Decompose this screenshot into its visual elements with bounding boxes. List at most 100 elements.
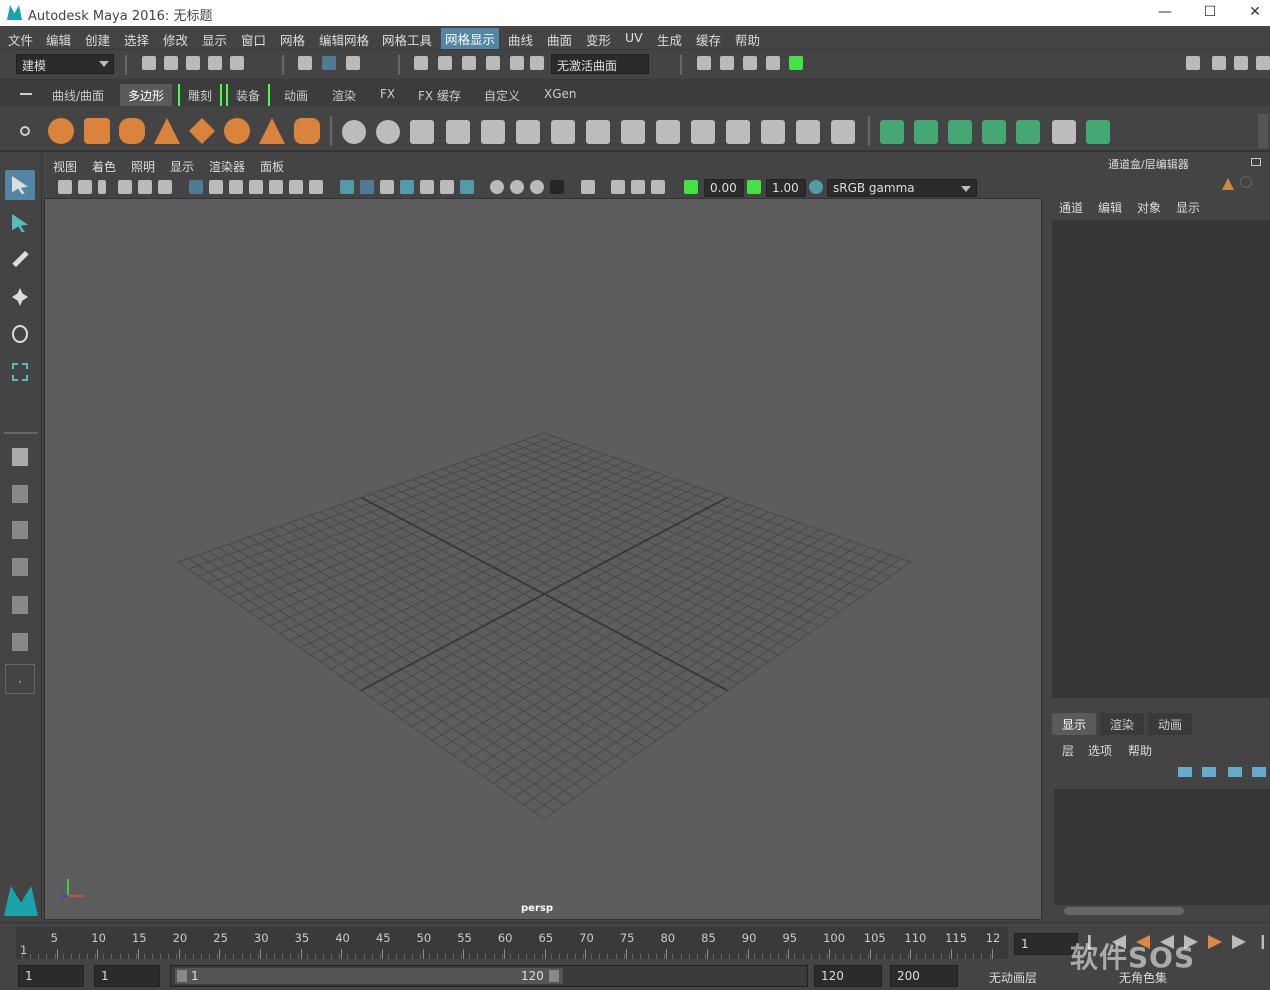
textured-icon[interactable] [400, 180, 414, 194]
menu-uv[interactable]: UV [625, 30, 643, 45]
grease-pencil-icon[interactable] [158, 180, 172, 194]
wireframe-icon[interactable] [340, 180, 354, 194]
menu-deform[interactable]: 变形 [586, 30, 611, 49]
bookmark-icon[interactable] [98, 180, 106, 194]
menu-object[interactable]: 对象 [1137, 199, 1161, 216]
maximize-button[interactable]: ☐ [1195, 3, 1225, 23]
tab-xgen[interactable]: XGen [536, 84, 585, 106]
new-layer-selected-icon[interactable] [1252, 767, 1266, 777]
menu-renderer[interactable]: 渲染器 [209, 158, 245, 175]
tab-display-layers[interactable]: 显示 [1052, 713, 1097, 735]
poly-sphere-icon[interactable] [48, 118, 74, 144]
ipr-render-icon[interactable] [743, 56, 757, 70]
select-component-icon[interactable] [346, 56, 360, 70]
gate-mask-icon[interactable] [249, 180, 263, 194]
tab-animation[interactable]: 动画 [276, 84, 317, 106]
merge-icon[interactable] [761, 120, 785, 144]
tool-settings-icon[interactable] [1234, 56, 1248, 70]
undo-icon[interactable] [208, 56, 222, 70]
menu-windows[interactable]: 窗口 [241, 30, 266, 49]
range-bar[interactable]: 1 120 [170, 965, 808, 987]
exposure-icon[interactable] [684, 180, 698, 194]
combine-icon[interactable] [342, 120, 366, 144]
field-chart-icon[interactable] [269, 180, 283, 194]
layout-hypershade-button[interactable] [5, 627, 35, 657]
new-layer-icon[interactable] [1228, 767, 1242, 777]
smooth-icon[interactable] [446, 120, 470, 144]
live-surface-field[interactable]: 无激活曲面 [551, 54, 649, 74]
camera-icon[interactable] [58, 180, 72, 194]
snap-grid-icon[interactable] [414, 56, 428, 70]
safe-action-icon[interactable] [289, 180, 303, 194]
menu-cache[interactable]: 缓存 [696, 30, 721, 49]
layout-graph-button[interactable] [5, 590, 35, 620]
gamma-icon[interactable] [747, 180, 761, 194]
playback-start-field[interactable]: 1 [94, 965, 160, 987]
range-handle[interactable]: 1 120 [175, 968, 563, 984]
anti-aliasing-icon[interactable] [510, 180, 524, 194]
menu-mesh-tools[interactable]: 网格工具 [382, 30, 432, 49]
select-tool-button[interactable] [5, 170, 35, 200]
poly-cone-icon[interactable] [154, 118, 180, 144]
menu-mesh-display[interactable]: 网格显示 [441, 28, 500, 49]
exposure-field[interactable]: 0.00 [704, 179, 744, 197]
ambient-occlusion-icon[interactable] [460, 180, 474, 194]
bevel-icon[interactable] [481, 120, 505, 144]
render-frame-icon[interactable] [720, 56, 734, 70]
menu-file[interactable]: 文件 [8, 30, 33, 49]
isolate-select-icon[interactable] [550, 180, 564, 194]
mirror-icon[interactable] [410, 120, 434, 144]
shelf-scrollbar[interactable] [1258, 114, 1268, 148]
step-forward-icon[interactable] [1232, 935, 1246, 949]
end-time-field[interactable]: 200 [890, 965, 958, 987]
step-forward-key-icon[interactable] [1208, 935, 1222, 949]
select-object-icon[interactable] [322, 56, 336, 70]
camera-attributes-icon[interactable] [78, 180, 92, 194]
poly-pipe-icon[interactable] [294, 118, 320, 144]
x-ray-joints-icon[interactable] [611, 180, 625, 194]
layer-editor-toggle-icon[interactable] [1240, 176, 1252, 188]
poly-pyramid-icon[interactable] [259, 118, 285, 144]
menu-help[interactable]: 帮助 [735, 30, 760, 49]
x-ray-components-icon[interactable] [631, 180, 645, 194]
lasso-tool-button[interactable] [5, 208, 35, 238]
resolution-gate-icon[interactable] [229, 180, 243, 194]
poly-cylinder-icon[interactable] [119, 118, 145, 144]
menu-edit[interactable]: 编辑 [46, 30, 71, 49]
move-layer-up-icon[interactable] [1178, 767, 1192, 777]
paint-select-tool-button[interactable] [5, 244, 35, 274]
range-end-grip[interactable] [549, 970, 559, 982]
menu-create[interactable]: 创建 [85, 30, 110, 49]
color-management-icon[interactable] [809, 180, 823, 194]
gear-icon[interactable] [20, 126, 30, 136]
render-settings-icon[interactable] [766, 56, 780, 70]
close-button[interactable]: ✕ [1240, 3, 1270, 23]
bridge-icon[interactable] [551, 120, 575, 144]
horizontal-scrollbar[interactable] [1064, 907, 1184, 915]
select-hierarchy-icon[interactable] [298, 56, 312, 70]
poly-torus-icon[interactable] [224, 118, 250, 144]
menu-options[interactable]: 选项 [1088, 742, 1112, 759]
tab-rendering[interactable]: 渲染 [324, 84, 365, 106]
motion-blur-icon[interactable] [490, 180, 504, 194]
layout-four-button[interactable] [5, 479, 35, 509]
film-gate-icon[interactable] [209, 180, 223, 194]
move-tool-button[interactable] [5, 282, 35, 312]
poly-plane-icon[interactable] [189, 118, 215, 144]
menu-cb-show[interactable]: 显示 [1176, 199, 1200, 216]
layout-side-button[interactable] [5, 515, 35, 545]
poly-cube-icon[interactable] [84, 118, 110, 144]
more-layouts-button[interactable]: · [5, 664, 35, 694]
move-layer-down-icon[interactable] [1202, 767, 1216, 777]
snap-live-icon[interactable] [510, 56, 524, 70]
channel-box-toggle-icon[interactable] [1222, 178, 1234, 190]
persp-viewport[interactable]: persp [44, 198, 1042, 920]
anim-layer-selector[interactable]: 无动画层 [982, 965, 1082, 987]
wireframe-on-shaded-icon[interactable] [380, 180, 394, 194]
fill-hole-icon[interactable] [621, 120, 645, 144]
new-scene-icon[interactable] [142, 56, 156, 70]
tab-rigging[interactable]: 装备 [226, 84, 271, 106]
menu-edit-mesh[interactable]: 编辑网格 [319, 30, 369, 49]
redo-icon[interactable] [230, 56, 244, 70]
spherical-uv-icon[interactable] [948, 120, 972, 144]
